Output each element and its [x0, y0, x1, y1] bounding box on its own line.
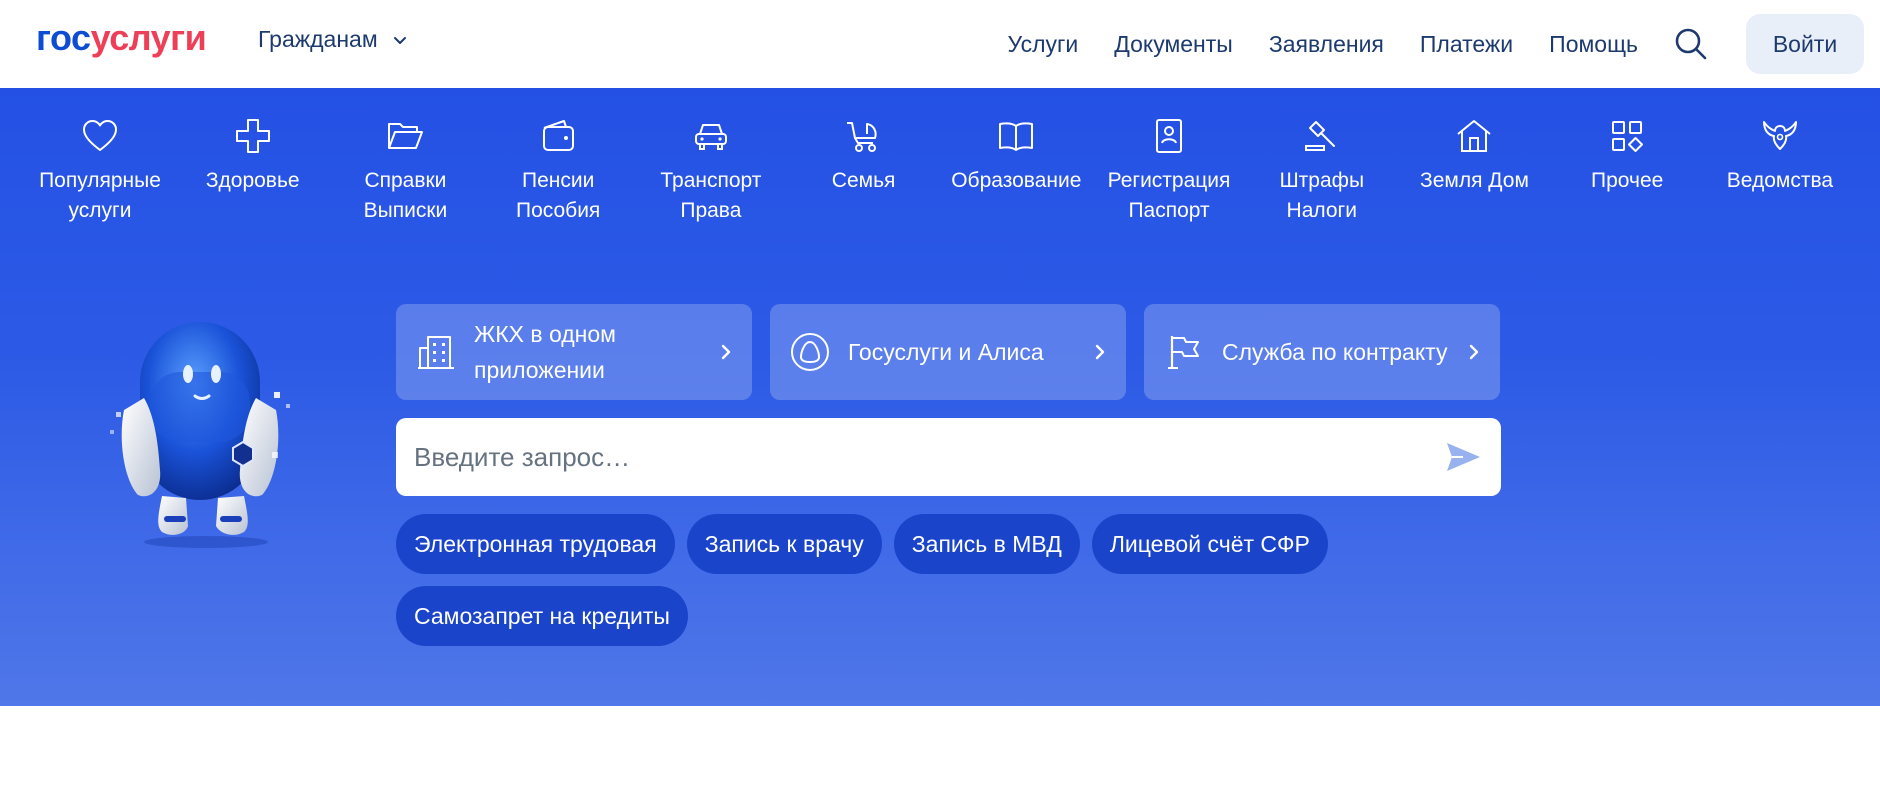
heart-icon: [83, 120, 117, 151]
category-label: Земля Дом: [1420, 169, 1529, 192]
category-transport[interactable]: Транспорт Права: [641, 116, 781, 226]
nav-applications[interactable]: Заявления: [1269, 31, 1384, 58]
popular-queries: Электронная трудовая Запись к врачу Запи…: [396, 514, 1396, 646]
quick-link-label: Служба по контракту: [1222, 339, 1448, 365]
audience-dropdown[interactable]: Гражданам: [258, 26, 408, 53]
quick-link-contract-service[interactable]: Служба по контракту: [1144, 304, 1500, 400]
building-icon: [418, 336, 454, 369]
chip-mvd-appointment[interactable]: Запись в МВД: [893, 514, 1080, 574]
audience-label: Гражданам: [258, 26, 378, 52]
login-button[interactable]: Войти: [1746, 14, 1864, 74]
category-certificates[interactable]: Справки Выписки: [335, 116, 475, 226]
nav-documents[interactable]: Документы: [1114, 31, 1233, 58]
chip-credit-ban[interactable]: Самозапрет на кредиты: [396, 586, 688, 646]
chevron-right-icon: [721, 344, 731, 360]
alice-icon: [791, 333, 829, 371]
category-family[interactable]: Семья: [794, 116, 934, 226]
category-bar: Популярные услуги Здоровье Справки Выпис…: [30, 116, 1850, 226]
category-other[interactable]: Прочее: [1557, 116, 1697, 226]
flag-icon: [1168, 336, 1199, 369]
nav-payments[interactable]: Платежи: [1420, 31, 1513, 58]
site-header: госуслуги Гражданам Услуги Документы Зая…: [0, 0, 1880, 88]
chevron-right-icon: [1469, 344, 1479, 360]
category-label: Регистрация Паспорт: [1107, 169, 1231, 222]
car-icon: [694, 124, 727, 150]
category-label: Ведомства: [1726, 169, 1834, 192]
robot-mascot-image: [110, 322, 290, 548]
category-label: Справки Выписки: [363, 169, 448, 222]
quick-link-label: ЖКХ в одном приложении: [474, 321, 616, 383]
quick-link-housing[interactable]: ЖКХ в одном приложении: [396, 304, 752, 400]
nav-help[interactable]: Помощь: [1549, 31, 1638, 58]
category-label: Транспорт Права: [660, 169, 762, 222]
category-label: Семья: [831, 169, 896, 192]
main-nav: Услуги Документы Заявления Платежи Помощ…: [972, 0, 1880, 88]
folder-icon: [388, 123, 424, 149]
nav-services[interactable]: Услуги: [1008, 31, 1079, 58]
stroller-icon: [846, 122, 877, 152]
category-agencies[interactable]: Ведомства: [1710, 116, 1850, 226]
quick-links: ЖКХ в одном приложении Госуслуги и Алиса…: [396, 304, 1500, 400]
chevron-right-icon: [1095, 344, 1105, 360]
eagle-icon: [1762, 121, 1797, 150]
category-label: Образование: [951, 169, 1082, 192]
search-bar: [396, 418, 1501, 496]
quick-link-alice[interactable]: Госуслуги и Алиса: [770, 304, 1126, 400]
house-icon: [1457, 120, 1492, 152]
category-health[interactable]: Здоровье: [183, 116, 323, 226]
hero-section: Популярные услуги Здоровье Справки Выпис…: [0, 88, 1880, 706]
category-popular[interactable]: Популярные услуги: [30, 116, 170, 226]
chevron-down-icon: [393, 36, 406, 44]
chip-electronic-workbook[interactable]: Электронная трудовая: [396, 514, 675, 574]
category-label: Пенсии Пособия: [515, 169, 601, 222]
quick-link-label: Госуслуги и Алиса: [848, 339, 1044, 365]
category-land[interactable]: Земля Дом: [1404, 116, 1544, 226]
wallet-icon: [543, 120, 575, 151]
search-icon[interactable]: [1674, 27, 1708, 61]
category-label: Популярные услуги: [39, 169, 161, 222]
category-fines[interactable]: Штрафы Налоги: [1252, 116, 1392, 226]
gavel-icon: [1304, 121, 1335, 151]
category-registration[interactable]: Регистрация Паспорт: [1099, 116, 1239, 226]
chip-sfr-account[interactable]: Лицевой счёт СФР: [1091, 514, 1328, 574]
gosuslugi-logo[interactable]: госуслуги: [36, 18, 207, 58]
category-education[interactable]: Образование: [946, 116, 1086, 226]
category-label: Здоровье: [205, 169, 300, 192]
search-input[interactable]: [414, 441, 1443, 473]
grid-icon: [1612, 121, 1644, 152]
send-icon[interactable]: [1443, 437, 1483, 477]
category-label: Прочее: [1591, 169, 1664, 192]
category-pensions[interactable]: Пенсии Пособия: [488, 116, 628, 226]
chip-doctor-appointment[interactable]: Запись к врачу: [686, 514, 882, 574]
category-label: Штрафы Налоги: [1279, 169, 1365, 222]
cross-icon: [235, 119, 270, 153]
book-icon: [999, 122, 1034, 151]
id-card-icon: [1156, 119, 1183, 153]
